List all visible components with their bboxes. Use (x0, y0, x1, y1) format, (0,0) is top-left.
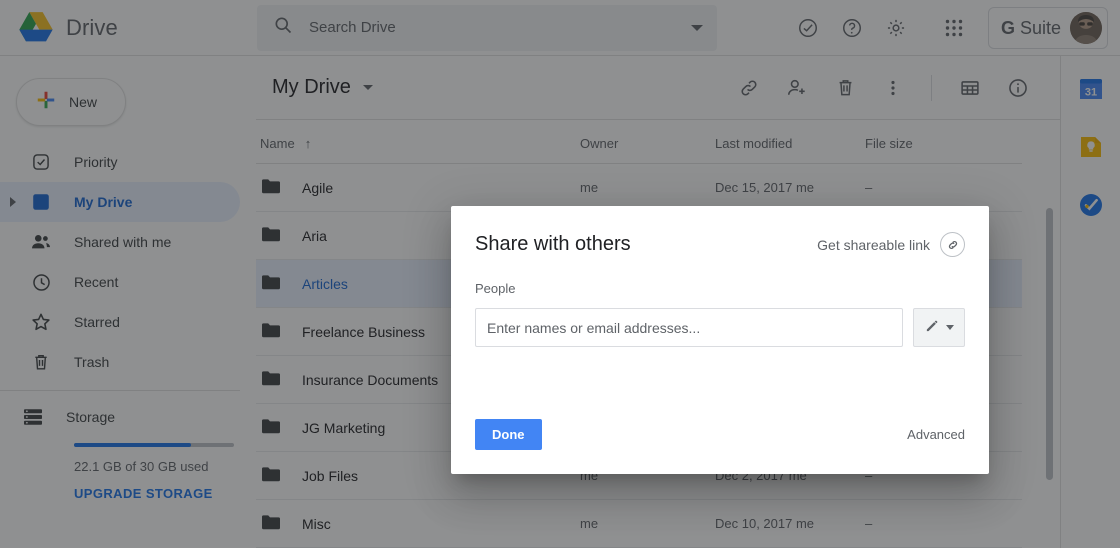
share-dialog: Share with others Get shareable link Peo… (451, 206, 989, 474)
link-chain-icon (940, 232, 965, 257)
done-button[interactable]: Done (475, 419, 542, 450)
drive-app-window: Drive (0, 0, 1120, 548)
share-dialog-header: Share with others Get shareable link (451, 206, 989, 257)
get-shareable-link-button[interactable]: Get shareable link (817, 232, 965, 257)
share-dialog-footer: Done Advanced (451, 419, 989, 450)
advanced-link[interactable]: Advanced (907, 427, 965, 442)
permission-dropdown-button[interactable] (913, 308, 965, 347)
share-dialog-title: Share with others (475, 233, 631, 255)
people-input-row (451, 296, 989, 347)
people-label: People (475, 281, 516, 296)
people-input[interactable] (475, 308, 903, 347)
get-shareable-link-label: Get shareable link (817, 236, 930, 253)
permission-chevron-down-icon (946, 325, 954, 330)
pencil-edit-icon (924, 317, 941, 339)
